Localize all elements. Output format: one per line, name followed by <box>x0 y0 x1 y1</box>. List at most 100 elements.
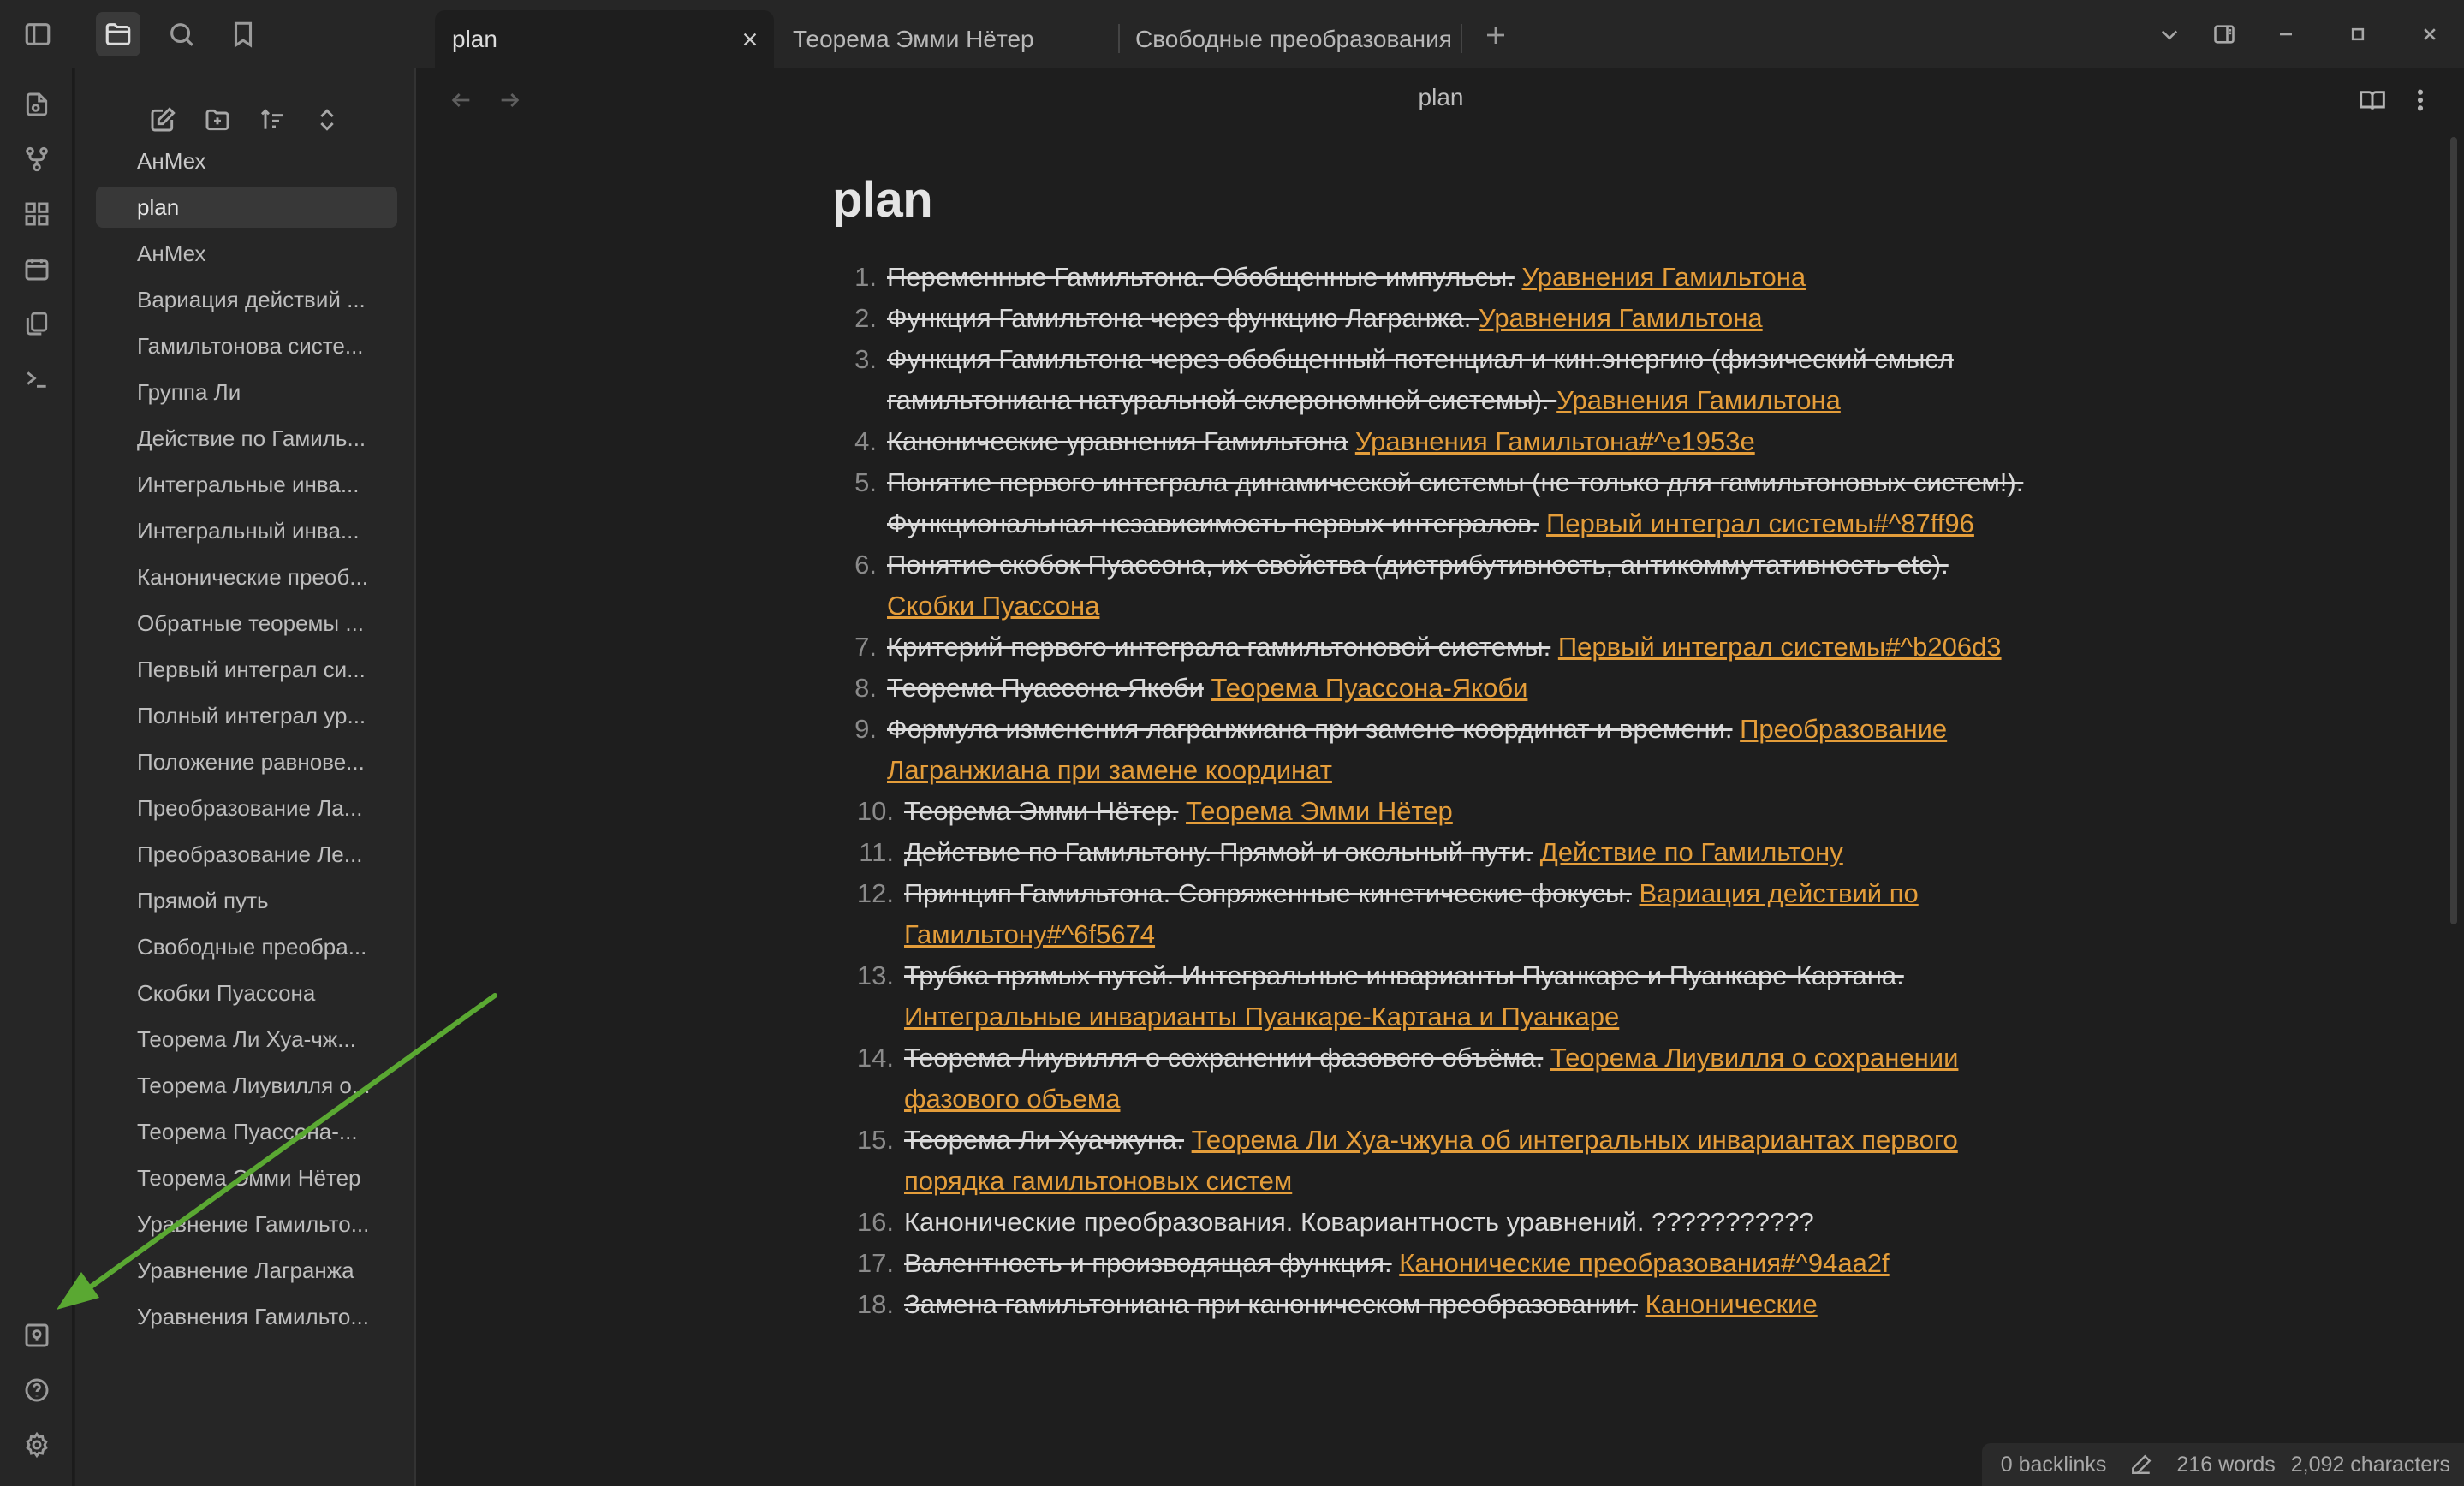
file-item[interactable]: Скобки Пуассона <box>96 972 397 1013</box>
tab-list-button[interactable] <box>2147 12 2192 56</box>
internal-link[interactable]: Уравнения Гамильтона#^e1953e <box>1355 426 1755 456</box>
plan-item[interactable]: 15. Теорема Ли Хуачжуна. Теорема Ли Хуа-ч… <box>832 1120 2031 1202</box>
file-item[interactable]: Положение равнове... <box>96 741 397 782</box>
plan-item[interactable]: 8. Теорема Пуассона-Якоби Теорема Пуассон… <box>832 668 2031 709</box>
maximize-button[interactable] <box>2336 12 2380 56</box>
pencil-icon[interactable] <box>2130 1453 2152 1476</box>
bookmarks-view-button[interactable] <box>221 12 265 56</box>
file-item[interactable]: Уравнение Лагранжа <box>96 1250 397 1291</box>
daily-note-button[interactable] <box>16 248 57 289</box>
search-view-button[interactable] <box>159 12 204 56</box>
file-item[interactable]: Полный интеграл ур... <box>96 695 397 736</box>
list-number: 10. <box>856 796 894 826</box>
collapse-all-button[interactable] <box>307 99 348 140</box>
close-icon <box>2424 28 2436 40</box>
file-item[interactable]: Свободные преобра... <box>96 926 397 967</box>
files-view-button[interactable] <box>96 12 140 56</box>
file-item[interactable]: Гамильтонова систе... <box>96 325 397 366</box>
graph-view-button[interactable] <box>16 139 57 180</box>
command-palette-button[interactable] <box>16 358 57 399</box>
file-item[interactable]: Теорема Пуассона-... <box>96 1111 397 1152</box>
reading-view-button[interactable] <box>2353 80 2392 120</box>
plan-item[interactable]: 9. Формула изменения лагранжиана при заме… <box>832 709 2031 791</box>
file-item[interactable]: Преобразование Ла... <box>96 788 397 829</box>
new-folder-button[interactable] <box>197 99 238 140</box>
plan-item[interactable]: 13. Трубка прямых путей. Интегральные инв… <box>832 955 2031 1037</box>
tab-label: Свободные преобразования <box>1135 26 1452 52</box>
close-window-button[interactable] <box>2407 12 2452 56</box>
plan-item[interactable]: 17. Валентность и производящая функция. К… <box>832 1243 2031 1284</box>
backlinks-count[interactable]: 0 backlinks <box>2001 1453 2107 1477</box>
tab-free-transformations[interactable]: Свободные преобразования <box>1118 10 1461 68</box>
internal-link[interactable]: Первый интеграл системы#^87ff96 <box>1546 508 1974 538</box>
file-item[interactable]: Теорема Эмми Нётер <box>96 1157 397 1198</box>
canvas-button[interactable] <box>16 193 57 235</box>
toggle-right-sidebar-button[interactable] <box>2202 12 2247 56</box>
view-header-title[interactable]: plan <box>418 84 2464 111</box>
plan-item[interactable]: 4. Канонические уравнения Гамильтона Урав… <box>832 421 2031 462</box>
plan-item[interactable]: 1. Переменные Гамильтона. Обобщенные импу… <box>832 257 2031 298</box>
plan-item[interactable]: 18. Замена гамильтониана при каноническом… <box>832 1284 2031 1325</box>
internal-link[interactable]: Теорема Пуассона-Якоби <box>1211 673 1528 703</box>
file-item[interactable]: Канонические преоб... <box>96 556 397 597</box>
plan-item[interactable]: 3. Функция Гамильтона через обобщенный по… <box>832 339 2031 421</box>
note-title[interactable]: plan <box>832 171 2031 257</box>
file-item[interactable]: Группа Ли <box>96 372 397 413</box>
plan-item[interactable]: 12. Принцип Гамильтона. Сопряженные кинет… <box>832 873 2031 955</box>
plan-item[interactable]: 7. Критерий первого интеграла гамильтонов… <box>832 627 2031 668</box>
internal-link[interactable]: Интегральные инварианты Пуанкаре-Картана… <box>904 1002 1619 1031</box>
file-item[interactable]: Уравнения Гамильто... <box>96 1296 397 1337</box>
open-quick-switcher-button[interactable] <box>16 84 57 125</box>
plan-item[interactable]: 5. Понятие первого интеграла динамической… <box>832 462 2031 544</box>
internal-link[interactable]: Канонические <box>1646 1289 1818 1319</box>
more-vertical-icon <box>2417 89 2424 111</box>
plan-item[interactable]: 6. Понятие скобок Пуассона, их свойства (… <box>832 544 2031 627</box>
internal-link[interactable]: Канонические преобразования#^94aa2f <box>1399 1248 1889 1278</box>
plan-item[interactable]: 16. Канонические преобразования. Ковариан… <box>832 1202 2031 1243</box>
tab-close-button[interactable] <box>738 27 762 51</box>
file-item[interactable]: Действие по Гамиль... <box>96 418 397 459</box>
templates-button[interactable] <box>16 303 57 344</box>
internal-link[interactable]: Уравнения Гамильтона <box>1521 262 1806 292</box>
file-item[interactable]: Интегральный инва... <box>96 510 397 551</box>
internal-link[interactable]: Уравнения Гамильтона <box>1479 303 1763 333</box>
minimize-button[interactable] <box>2264 12 2308 56</box>
plan-item[interactable]: 2. Функция Гамильтона через функцию Лагра… <box>832 298 2031 339</box>
note-content[interactable]: plan 1. Переменные Гамильтона. Обобщенные… <box>832 171 2031 1325</box>
file-item[interactable]: Преобразование Ле... <box>96 834 397 875</box>
switch-vault-button[interactable] <box>16 1315 57 1356</box>
file-item[interactable]: Первый интеграл си... <box>96 649 397 690</box>
internal-link[interactable]: Скобки Пуассона <box>887 591 1099 621</box>
plan-item[interactable]: 11. Действие по Гамильтону. Прямой и окол… <box>832 832 2031 873</box>
file-item[interactable]: АнМех <box>96 233 397 274</box>
file-item[interactable]: Вариация действий ... <box>96 279 397 320</box>
file-item[interactable]: Теорема Лиувилля о... <box>96 1065 397 1106</box>
file-item[interactable]: Теорема Ли Хуа-чж... <box>96 1019 397 1060</box>
list-number: 16. <box>856 1207 894 1237</box>
settings-button[interactable] <box>16 1424 57 1465</box>
file-item[interactable]: Уравнение Гамильто... <box>96 1204 397 1245</box>
plan-item[interactable]: 10. Теорема Эмми Нётер. Теорема Эмми Нёте… <box>832 791 2031 832</box>
file-item[interactable]: Интегральные инва... <box>96 464 397 505</box>
sort-button[interactable] <box>252 99 293 140</box>
more-options-button[interactable] <box>2401 80 2440 120</box>
folder-plus-icon <box>205 109 229 131</box>
editor-scrollbar[interactable] <box>2450 137 2457 924</box>
files-icon <box>26 312 48 336</box>
internal-link[interactable]: Теорема Эмми Нётер <box>1186 796 1453 826</box>
file-item[interactable]: Прямой путь <box>96 880 397 921</box>
folder-item[interactable]: АнМех <box>96 140 397 181</box>
new-note-button[interactable] <box>142 99 183 140</box>
help-button[interactable] <box>16 1370 57 1411</box>
toggle-left-sidebar-button[interactable] <box>15 12 60 56</box>
plan-item[interactable]: 14. Теорема Лиувилля о сохранении фазовог… <box>832 1037 2031 1120</box>
internal-link[interactable]: Первый интеграл системы#^b206d3 <box>1558 632 2002 662</box>
new-tab-button[interactable] <box>1476 15 1515 55</box>
file-item[interactable]: Обратные теоремы ... <box>96 603 397 644</box>
internal-link[interactable]: Действие по Гамильтону <box>1540 837 1843 867</box>
tab-noether-theorem[interactable]: Теорема Эмми Нётер <box>776 10 1118 68</box>
tab-plan[interactable]: plan <box>435 10 774 68</box>
file-item[interactable]: plan <box>96 187 397 228</box>
internal-link[interactable]: Уравнения Гамильтона <box>1556 385 1841 415</box>
completed-item-text: Канонические уравнения Гамильтона <box>887 426 1348 456</box>
